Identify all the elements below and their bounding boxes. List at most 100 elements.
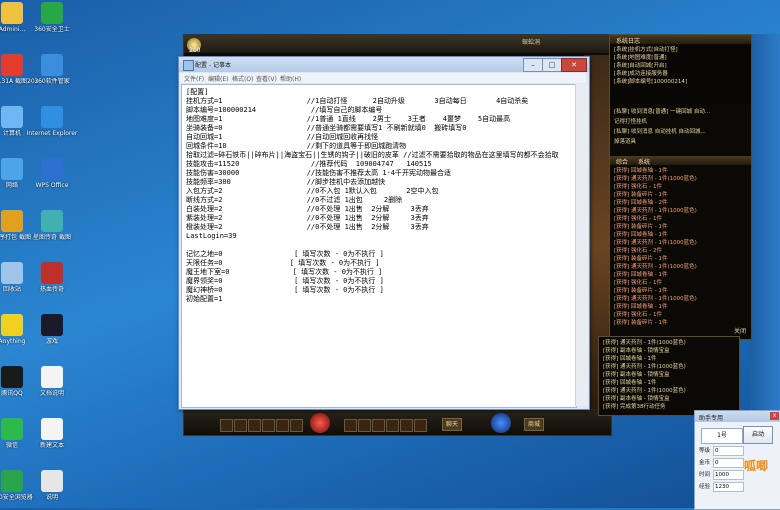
skill-slot[interactable] [262,419,275,432]
game-top-bar [184,35,611,53]
desktop-icon-image [1,158,23,180]
skill-slot[interactable] [414,419,427,432]
desktop-icon-image [1,106,23,128]
skill-slot[interactable] [372,419,385,432]
text-line: 技能频率=300 //脚步挂机中去添加越快 [186,178,386,186]
notepad-title: 配置 - 记事本 [195,62,231,69]
tab-system-log[interactable]: 系统日志 [616,36,640,45]
text-line: 魔王地下室=0 [ 填写次数 - 0为不执行 ] [186,268,383,276]
log-line: [获得] 副本卷轴 - 锁情宝盒 [603,348,670,354]
menu-view[interactable]: 查看(V) [256,74,277,83]
desktop-icon-label: 星图传奇 截图 [33,234,71,241]
log-line: [获得] 通天药剂 - 1件(1000蓝色) [614,264,697,270]
desktop-icon[interactable]: 游戏 [26,314,78,345]
skill-slot[interactable] [386,419,399,432]
log-line: [系统]脚本编号[100000214] [614,79,688,85]
menu-edit[interactable]: 编辑(E) [208,74,228,83]
desktop-icon[interactable]: 星图传奇 截图 [26,210,78,241]
desktop-icon[interactable]: 新建文本 [26,418,78,449]
desktop-icon-label: WPS Office [35,182,69,189]
desktop-icon[interactable]: 360软件管家 [26,54,78,85]
chat-button[interactable]: 聊天 [442,418,463,431]
notepad-menubar: 文件(F) 编辑(E) 格式(O) 查看(V) 帮助(H) [180,73,586,83]
log-line: [获得] 回城卷轴 - 1件 [603,356,657,362]
log-line: [获得] 副本卷轴 - 锁情宝盒 [603,372,670,378]
skill-slot[interactable] [344,419,357,432]
helper-row-label: 经验 [699,484,711,490]
desktop-icon[interactable]: WPS Office [26,158,78,189]
log-line: [系统]成功连接服务器 [614,71,668,77]
text-line: 断线方式=2 //0不过滤 1出包 2删除 [186,196,403,204]
helper-title: 助手专用 [699,415,724,422]
text-line: 坐骑装备=0 //普通坐骑都需要填写1 不刷新就填0 搬砖填写0 [186,124,467,132]
start-button[interactable]: 启动 [743,426,773,444]
skill-slot[interactable] [400,419,413,432]
close-button[interactable]: ✕ [561,58,587,72]
skill-slot[interactable] [248,419,261,432]
tab-all[interactable]: 综合 [616,157,628,166]
desktop-icon-label: 360软件管家 [34,78,70,85]
desktop-icon-image [1,470,23,492]
menu-format[interactable]: 格式(O) [232,74,253,83]
text-line: 入包方式=2 //0不入包 1默认入包 2空中入包 [186,187,439,195]
helper-mode-select[interactable]: 1号 [701,428,743,444]
desktop-icon-image [41,210,63,232]
helper-window[interactable]: 助手专用 x 1号 启动 等级 0 金币 0 时间 1000 经验 1230 呱… [694,410,780,510]
text-line: 地图难度=1 //1普通 1直线 2男士 3王者 4噩梦 5自动最高 [186,115,511,123]
log-line: [获得] 强化石 - 2件 [614,248,663,254]
desktop-icon-label: Internet Explorer [26,130,78,137]
log-line: [获得] 回城卷轴 - 1件 [614,232,668,238]
tab-system[interactable]: 系统 [638,157,650,166]
log-line: [获得] 回城卷轴 - 1件 [614,168,668,174]
notepad-text-area[interactable]: [配置] 挂机方式=1 //1自动打怪 2自动升级 3自动每日 4自动杀矣 脚本编号… [181,84,577,408]
minimize-button[interactable]: – [523,58,543,72]
desktop-icon-image [41,314,63,336]
text-line: 紫装处理=2 //0不处理 1出售 2分解 3丢弃 [186,214,429,222]
desktop-icon[interactable]: Internet Explorer [26,106,78,137]
desktop-icon-image [1,418,23,440]
skill-slot[interactable] [276,419,289,432]
maximize-button[interactable]: □ [542,58,562,72]
skill-slot[interactable] [358,419,371,432]
skill-slot[interactable] [220,419,233,432]
loot-log-tabbar: 综合 系统 [610,156,751,166]
vertical-scrollbar[interactable] [575,84,588,406]
helper-row-label: 时间 [699,472,711,478]
text-line: [配置] [186,88,209,96]
skill-slot[interactable] [234,419,247,432]
log-line: [获得] 回城卷轴 - 1件 [614,304,668,310]
helper-brand: 呱唧 [744,459,769,473]
notepad-titlebar[interactable]: 配置 - 记事本 – □ ✕ [179,57,589,72]
shop-button[interactable]: 商城 [524,418,545,431]
desktop-icon-label: 文档说明 [39,390,64,397]
skill-slot[interactable] [290,419,303,432]
menu-file[interactable]: 文件(F) [184,74,204,83]
text-line: 魔幻神桥=0 [ 填写次数 - 0为不执行 ] [186,286,384,294]
helper-row-value: 0 [713,446,744,456]
desktop-icon[interactable]: 说明 [26,470,78,501]
menu-help[interactable]: 帮助(H) [280,74,301,83]
log-line: 记得打怪挂机 [614,119,648,125]
text-line: 记忆之地=0 [ 填写次数 - 0为不执行 ] [186,250,384,258]
log-close-button[interactable]: 关闭 [734,326,746,335]
text-line: 技能攻击=11520 //推荐代码 109004747 140515 [186,160,432,168]
desktop-icon[interactable]: 文档说明 [26,366,78,397]
helper-close-button[interactable]: x [770,412,779,420]
text-line: 拾取过滤=碎石铁币||碎布片||海盗宝石||生锈的钩子||破旧的皮革 //过滤不… [186,151,559,159]
notepad-window[interactable]: 配置 - 记事本 – □ ✕ 文件(F) 编辑(E) 格式(O) 查看(V) 帮… [178,56,590,410]
log-line: [获得] 回城卷轴 - 2件 [614,200,668,206]
system-log-section [610,35,751,105]
log-line: [系统]地图难度[普通] [614,55,667,61]
text-line: LastLogin=39 [186,232,237,240]
helper-row-value: 1230 [713,482,744,492]
helper-row-value: 1000 [713,470,744,480]
log-line: [获得] 完成第38行动任务 [603,404,666,410]
helper-titlebar[interactable]: 助手专用 x [695,411,780,422]
log-line: [获得] 强化石 - 1件 [614,184,663,190]
log-line: [获得] 通天药剂 - 1件(1000蓝色) [603,364,686,370]
log-line: [获得] 强化石 - 1件 [614,312,663,318]
log-line: [获得] 强化石 - 1件 [614,280,663,286]
desktop-icon[interactable]: 360安全卫士 [26,2,78,33]
desktop-icon[interactable]: 热血传奇 [26,262,78,293]
text-line: 天限任务=0 [ 填写次数 - 0为不执行 ] [186,259,380,267]
